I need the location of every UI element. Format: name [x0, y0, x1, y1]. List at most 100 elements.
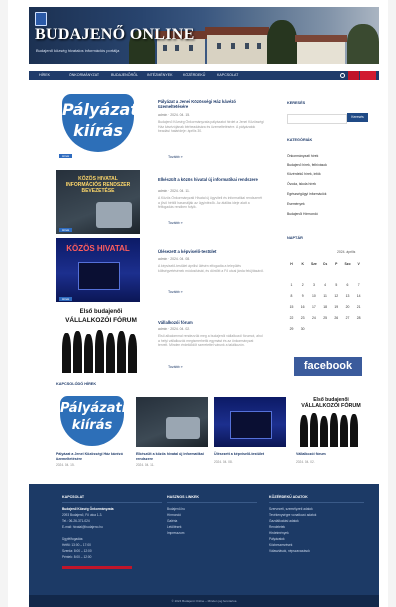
nav-item-budajenorol[interactable]: Budajenőről [111, 73, 138, 77]
calendar-day[interactable]: 7 [354, 283, 363, 287]
sidebar-category-link[interactable]: Budajenői Hírmondó [287, 212, 318, 216]
related-thumbnail-kozos-hivatal[interactable] [214, 397, 286, 447]
nav-item-intezmenyek[interactable]: Intézmények [147, 73, 173, 77]
calendar-day[interactable]: 15 [287, 305, 296, 309]
related-title[interactable]: Ülésezett a képviselő-testület [214, 452, 286, 457]
footer-contact-line: Péntek: 8:00 – 12:00 [62, 555, 92, 559]
nav-item-hirek[interactable]: Hírek [39, 73, 50, 77]
calendar-day[interactable]: 29 [287, 327, 296, 331]
related-title[interactable]: Vállalkozói fórum [296, 452, 368, 457]
calendar-day[interactable]: 17 [309, 305, 318, 309]
calendar-day[interactable]: 14 [354, 294, 363, 298]
footer-link[interactable]: Pályázatok [269, 537, 285, 541]
person-silhouette [330, 413, 338, 447]
footer-contact-email[interactable]: E-mail: hivatal@budajeno.hu [62, 525, 103, 529]
calendar-day[interactable]: 28 [354, 316, 363, 320]
sidebar-search-input[interactable] [287, 114, 347, 124]
related-title[interactable]: Pályázat a Jenei Közösségi Ház kávézó üz… [56, 452, 128, 461]
footer-link[interactable]: Tevékenységre vonatkozó adatok [269, 513, 316, 517]
post-thumbnail-vallalkozoi-forum[interactable]: Első budajenői VÁLLALKOZÓI FÓRUM [56, 307, 146, 373]
sidebar-category-link[interactable]: Óvoda, iskola hírek [287, 182, 316, 186]
post-meta: admin · 2024. 04. 02. [158, 327, 191, 331]
post-title[interactable]: Pályázat a Jenei Közösségi Ház kávézó üz… [158, 99, 262, 109]
footer-link[interactable]: Rendeletek [269, 525, 285, 529]
sidebar-search-button[interactable]: Keresés [347, 113, 368, 122]
calendar-weekday: K [301, 262, 304, 266]
category-badge[interactable]: Hírek [59, 228, 73, 232]
calendar-day[interactable]: 1 [287, 283, 296, 287]
calendar-day[interactable]: 24 [309, 316, 318, 320]
calendar-day[interactable]: 30 [298, 327, 307, 331]
footer-link[interactable]: Közbeszerzések [269, 543, 292, 547]
header-window-shape [189, 45, 193, 51]
calendar-day[interactable]: 12 [332, 294, 341, 298]
read-more-link[interactable]: Tovább » [168, 290, 183, 294]
calendar-day[interactable]: 6 [343, 283, 352, 287]
person-silhouette [62, 333, 71, 373]
related-title[interactable]: Elkészült a közös hivatal új informatika… [136, 452, 208, 461]
calendar-day[interactable]: 11 [321, 294, 330, 298]
calendar-day[interactable]: 8 [287, 294, 296, 298]
calendar-day[interactable]: 26 [332, 316, 341, 320]
read-more-link[interactable]: Tovább » [168, 221, 183, 225]
forum-title-line1: Első budajenői [79, 309, 123, 315]
calendar-day[interactable]: 22 [287, 316, 296, 320]
calendar-day[interactable]: 18 [321, 305, 330, 309]
post-title[interactable]: Elkészült a közös hivatal új informatika… [158, 177, 262, 182]
site-title[interactable]: BUDAJENŐ ONLINE [35, 26, 195, 44]
search-icon[interactable] [340, 73, 345, 78]
calendar-day[interactable]: 9 [298, 294, 307, 298]
footer-link[interactable]: Galéria [167, 519, 177, 523]
category-badge[interactable]: Hírek [59, 297, 73, 301]
footer-link[interactable]: Hírmondó [167, 513, 181, 517]
sidebar-category-link[interactable]: Budajenő hírek, felhívások [287, 163, 327, 167]
footer-link[interactable]: Gazdálkodási adatok [269, 519, 299, 523]
post-thumbnail-kozos-hivatal[interactable]: KÖZÖS HIVATAL [56, 238, 140, 302]
footer-link[interactable]: Letöltések [167, 525, 182, 529]
calendar-day[interactable]: 25 [321, 316, 330, 320]
related-thumbnail-vallalkozoi-forum[interactable]: Első budajenői VÁLLALKOZÓI FÓRUM [294, 395, 368, 449]
calendar-day[interactable]: 10 [309, 294, 318, 298]
person-silhouette [128, 334, 137, 373]
site-header-banner[interactable]: BUDAJENŐ ONLINE Budajenő község hivatalo… [29, 7, 379, 64]
calendar-day[interactable]: 27 [343, 316, 352, 320]
coat-of-arms-icon[interactable] [35, 12, 47, 26]
calendar-day[interactable]: 2 [298, 283, 307, 287]
calendar-day[interactable]: 23 [298, 316, 307, 320]
post-title[interactable]: Vállalkozói fórum [158, 320, 262, 325]
nav-item-onkormanyzat[interactable]: Önkormányzat [69, 73, 99, 77]
nav-highlight-button-secondary[interactable] [360, 71, 376, 80]
post-thumbnail-palyazati-kiiras[interactable]: Pályázati kiírás [56, 92, 140, 156]
related-thumbnail-info-system[interactable] [136, 397, 208, 447]
footer-link[interactable]: Választások, népszavazások [269, 549, 310, 553]
calendar-day[interactable]: 16 [298, 305, 307, 309]
calendar-day[interactable]: 3 [309, 283, 318, 287]
footer-link[interactable]: Szervezeti, személyzeti adatok [269, 507, 313, 511]
calendar-day[interactable]: 4 [321, 283, 330, 287]
sidebar-category-link[interactable]: Események [287, 202, 305, 206]
calendar-day[interactable]: 20 [343, 305, 352, 309]
footer-link[interactable]: Budajenő.hu [167, 507, 185, 511]
category-badge[interactable]: Hírek [59, 154, 73, 158]
sidebar-category-link[interactable]: Egészségügyi információk [287, 192, 326, 196]
footer-link[interactable]: Hirdetmények [269, 531, 289, 535]
calendar-day[interactable]: 19 [332, 305, 341, 309]
read-more-link[interactable]: Tovább » [168, 155, 183, 159]
sidebar-category-link[interactable]: Önkormányzati hírek [287, 154, 318, 158]
calendar-day[interactable]: 21 [354, 305, 363, 309]
nav-highlight-button[interactable] [348, 71, 359, 80]
post-title[interactable]: Ülésezett a képviselő-testület [158, 249, 262, 254]
nav-item-kapcsolat[interactable]: Kapcsolat [217, 73, 238, 77]
footer-contact-line: Budajenő Község Önkormányzata [62, 507, 114, 511]
thumbnail-caption: KÖZÖS HIVATAL [66, 244, 130, 253]
calendar-day[interactable]: 13 [343, 294, 352, 298]
post-thumbnail-info-system[interactable]: KÖZÖS HIVATAL INFORMÁCIÓS RENDSZER BEVEZ… [56, 170, 140, 234]
footer-link[interactable]: Impresszum [167, 531, 184, 535]
header-roof-shape [295, 35, 347, 42]
sidebar-category-link[interactable]: Közérdekű hírek, infók [287, 172, 321, 176]
related-thumbnail-palyazati-kiiras[interactable]: Pályázati kiírás [56, 395, 128, 449]
nav-item-kozerdeku[interactable]: Közérdekű [183, 73, 205, 77]
read-more-link[interactable]: Tovább » [168, 365, 183, 369]
facebook-button[interactable]: facebook [294, 357, 362, 376]
calendar-day[interactable]: 5 [332, 283, 341, 287]
